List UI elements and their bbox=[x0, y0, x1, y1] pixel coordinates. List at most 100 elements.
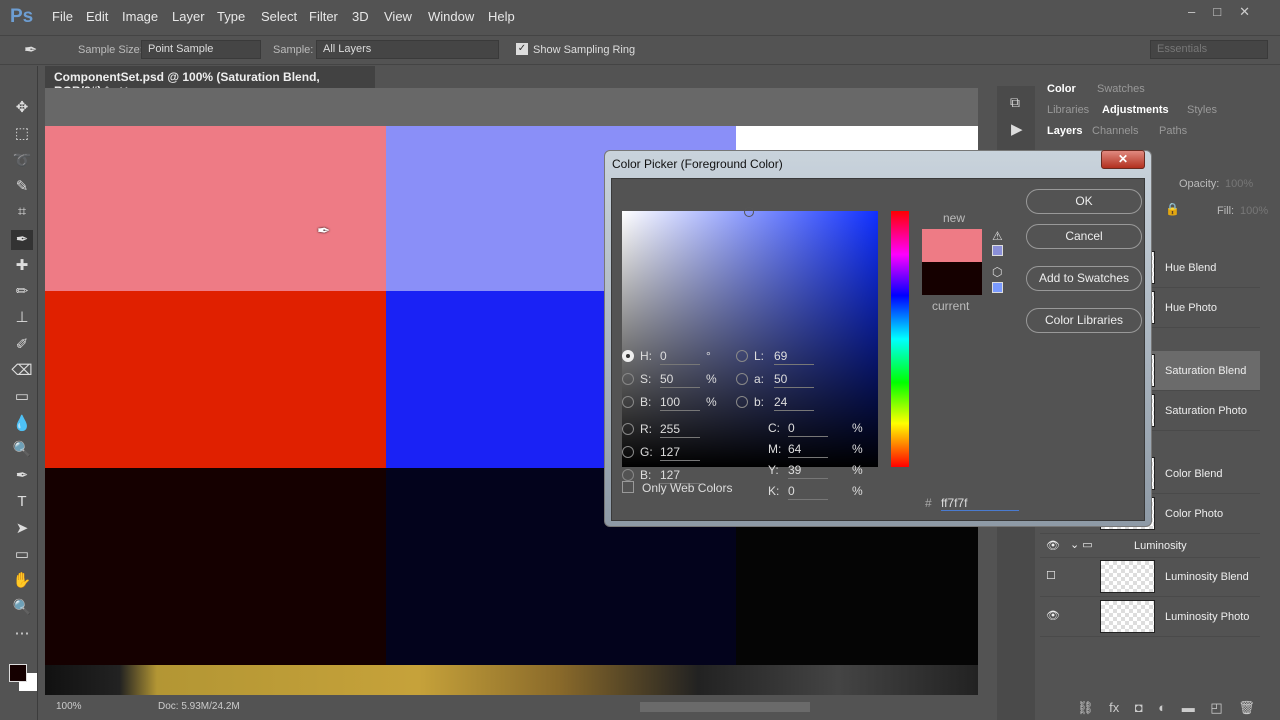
radio-h[interactable] bbox=[622, 350, 634, 362]
tab-styles[interactable]: Styles bbox=[1179, 100, 1225, 120]
blur-tool-icon[interactable]: 💧 bbox=[11, 414, 33, 434]
opacity-value[interactable]: 100% bbox=[1225, 178, 1253, 190]
hex-input[interactable]: ff7f7f bbox=[941, 496, 1019, 511]
cancel-button[interactable]: Cancel bbox=[1026, 224, 1142, 249]
field-m[interactable]: 64 bbox=[788, 442, 828, 458]
type-tool-icon[interactable]: T bbox=[11, 493, 33, 513]
hue-slider[interactable] bbox=[891, 211, 909, 467]
menu-view[interactable]: View bbox=[384, 9, 412, 24]
tab-layers[interactable]: Layers bbox=[1039, 121, 1090, 141]
eraser-tool-icon[interactable]: ⌫ bbox=[11, 361, 33, 381]
web-safe-color-swatch[interactable] bbox=[992, 282, 1003, 293]
history-icon[interactable]: ⧉ bbox=[1010, 94, 1020, 111]
horizontal-scrollbar[interactable] bbox=[640, 702, 810, 712]
color-libraries-button[interactable]: Color Libraries bbox=[1026, 308, 1142, 333]
tab-channels[interactable]: Channels bbox=[1084, 121, 1146, 141]
window-controls[interactable]: –□✕ bbox=[1188, 4, 1268, 20]
quick-select-tool-icon[interactable]: ✎ bbox=[11, 177, 33, 197]
visibility-off-box[interactable]: ☐ bbox=[1046, 569, 1056, 582]
ok-button[interactable]: OK bbox=[1026, 189, 1142, 214]
sample-size-select[interactable]: Point Sample bbox=[141, 40, 261, 59]
zoom-tool-icon[interactable]: 🔍 bbox=[11, 598, 33, 618]
layer-row[interactable]: 👁 ⌄ ▭ Luminosity bbox=[1040, 534, 1260, 558]
tab-libraries[interactable]: Libraries bbox=[1039, 100, 1097, 120]
layer-row[interactable]: 👁 Luminosity Photo bbox=[1040, 597, 1260, 637]
web-safe-cube-icon[interactable]: ⬡ bbox=[992, 265, 1002, 279]
move-tool-icon[interactable]: ✥ bbox=[11, 98, 33, 118]
gamut-color-swatch[interactable] bbox=[992, 245, 1003, 256]
eye-icon[interactable]: 👁 bbox=[1046, 539, 1060, 552]
tab-swatches[interactable]: Swatches bbox=[1089, 79, 1153, 99]
actions-play-icon[interactable]: ▶ bbox=[1011, 120, 1023, 138]
eye-icon[interactable]: 👁 bbox=[1046, 609, 1060, 622]
show-ring-checkbox[interactable]: ✓ bbox=[516, 43, 528, 55]
menu-type[interactable]: Type bbox=[217, 9, 245, 24]
field-l[interactable]: 69 bbox=[774, 349, 814, 365]
radio-r[interactable] bbox=[622, 423, 634, 435]
menu-filter[interactable]: Filter bbox=[309, 9, 338, 24]
stamp-tool-icon[interactable]: ⊥ bbox=[11, 308, 33, 328]
crop-tool-icon[interactable]: ⌗ bbox=[11, 203, 33, 223]
field-s[interactable]: 50 bbox=[660, 372, 700, 388]
field-k[interactable]: 0 bbox=[788, 484, 828, 500]
field-g[interactable]: 127 bbox=[660, 445, 700, 461]
eyedropper-icon[interactable]: ✒ bbox=[24, 40, 37, 60]
dodge-tool-icon[interactable]: 🔍 bbox=[11, 440, 33, 460]
rectangle-tool-icon[interactable]: ▭ bbox=[11, 545, 33, 565]
tab-color[interactable]: Color bbox=[1039, 79, 1084, 99]
healing-tool-icon[interactable]: ✚ bbox=[11, 256, 33, 276]
add-to-swatches-button[interactable]: Add to Swatches bbox=[1026, 266, 1142, 291]
document-tab[interactable]: ComponentSet.psd @ 100% (Saturation Blen… bbox=[45, 66, 375, 98]
field-b[interactable]: 24 bbox=[774, 395, 814, 411]
menu-help[interactable]: Help bbox=[488, 9, 515, 24]
layer-footer-icons[interactable]: ⛓ fx ◘ ◐ ▬ ◰ 🗑 bbox=[1077, 700, 1255, 716]
lasso-tool-icon[interactable]: ➰ bbox=[11, 151, 33, 171]
field-c[interactable]: 0 bbox=[788, 421, 828, 437]
only-web-colors-checkbox[interactable] bbox=[622, 481, 634, 493]
radio-bv[interactable] bbox=[622, 469, 634, 481]
menu-image[interactable]: Image bbox=[122, 9, 158, 24]
close-icon[interactable]: ✕ bbox=[1101, 150, 1145, 169]
menu-edit[interactable]: Edit bbox=[86, 9, 108, 24]
radio-a[interactable] bbox=[736, 373, 748, 385]
current-color-swatch[interactable] bbox=[922, 262, 982, 295]
gradient-tool-icon[interactable]: ▭ bbox=[11, 387, 33, 407]
sample-select[interactable]: All Layers bbox=[316, 40, 499, 59]
field-r[interactable]: 255 bbox=[660, 422, 700, 438]
path-select-tool-icon[interactable]: ➤ bbox=[11, 519, 33, 539]
field-h[interactable]: 0 bbox=[660, 349, 700, 365]
menu-window[interactable]: Window bbox=[428, 9, 474, 24]
radio-g[interactable] bbox=[622, 446, 634, 458]
radio-b[interactable] bbox=[622, 396, 634, 408]
doc-info[interactable]: Doc: 5.93M/24.2M bbox=[158, 701, 240, 712]
brush-tool-icon[interactable]: ✏ bbox=[11, 282, 33, 302]
foreground-color-swatch[interactable] bbox=[9, 664, 27, 682]
history-brush-tool-icon[interactable]: ✐ bbox=[11, 335, 33, 355]
menu-file[interactable]: File bbox=[52, 9, 73, 24]
tab-adjustments[interactable]: Adjustments bbox=[1094, 100, 1177, 120]
pen-tool-icon[interactable]: ✒ bbox=[11, 466, 33, 486]
radio-l[interactable] bbox=[736, 350, 748, 362]
more-tool-icon[interactable]: ⋯ bbox=[11, 624, 33, 644]
menu-3d[interactable]: 3D bbox=[352, 9, 369, 24]
radio-s[interactable] bbox=[622, 373, 634, 385]
field-y[interactable]: 39 bbox=[788, 463, 828, 479]
zoom-level[interactable]: 100% bbox=[56, 701, 82, 712]
field-b[interactable]: 100 bbox=[660, 395, 700, 411]
menu-select[interactable]: Select bbox=[261, 9, 297, 24]
layer-row[interactable]: ☐ Luminosity Blend bbox=[1040, 557, 1260, 597]
menu-layer[interactable]: Layer bbox=[172, 9, 205, 24]
color-field-marker[interactable] bbox=[744, 207, 754, 217]
gamut-warning-icon[interactable]: ⚠ bbox=[992, 229, 1003, 243]
lock-icon[interactable]: 🔒 bbox=[1165, 202, 1180, 216]
radio-b[interactable] bbox=[736, 396, 748, 408]
workspace-select[interactable]: Essentials bbox=[1150, 40, 1268, 59]
marquee-tool-icon[interactable]: ⬚ bbox=[11, 124, 33, 144]
tab-paths[interactable]: Paths bbox=[1151, 121, 1195, 141]
eyedropper-tool-icon[interactable]: ✒ bbox=[11, 229, 33, 250]
field-a[interactable]: 50 bbox=[774, 372, 814, 388]
current-label: current bbox=[932, 299, 970, 313]
hand-tool-icon[interactable]: ✋ bbox=[11, 571, 33, 591]
sample-size-label: Sample Size: bbox=[78, 44, 143, 56]
fill-value[interactable]: 100% bbox=[1240, 205, 1268, 217]
